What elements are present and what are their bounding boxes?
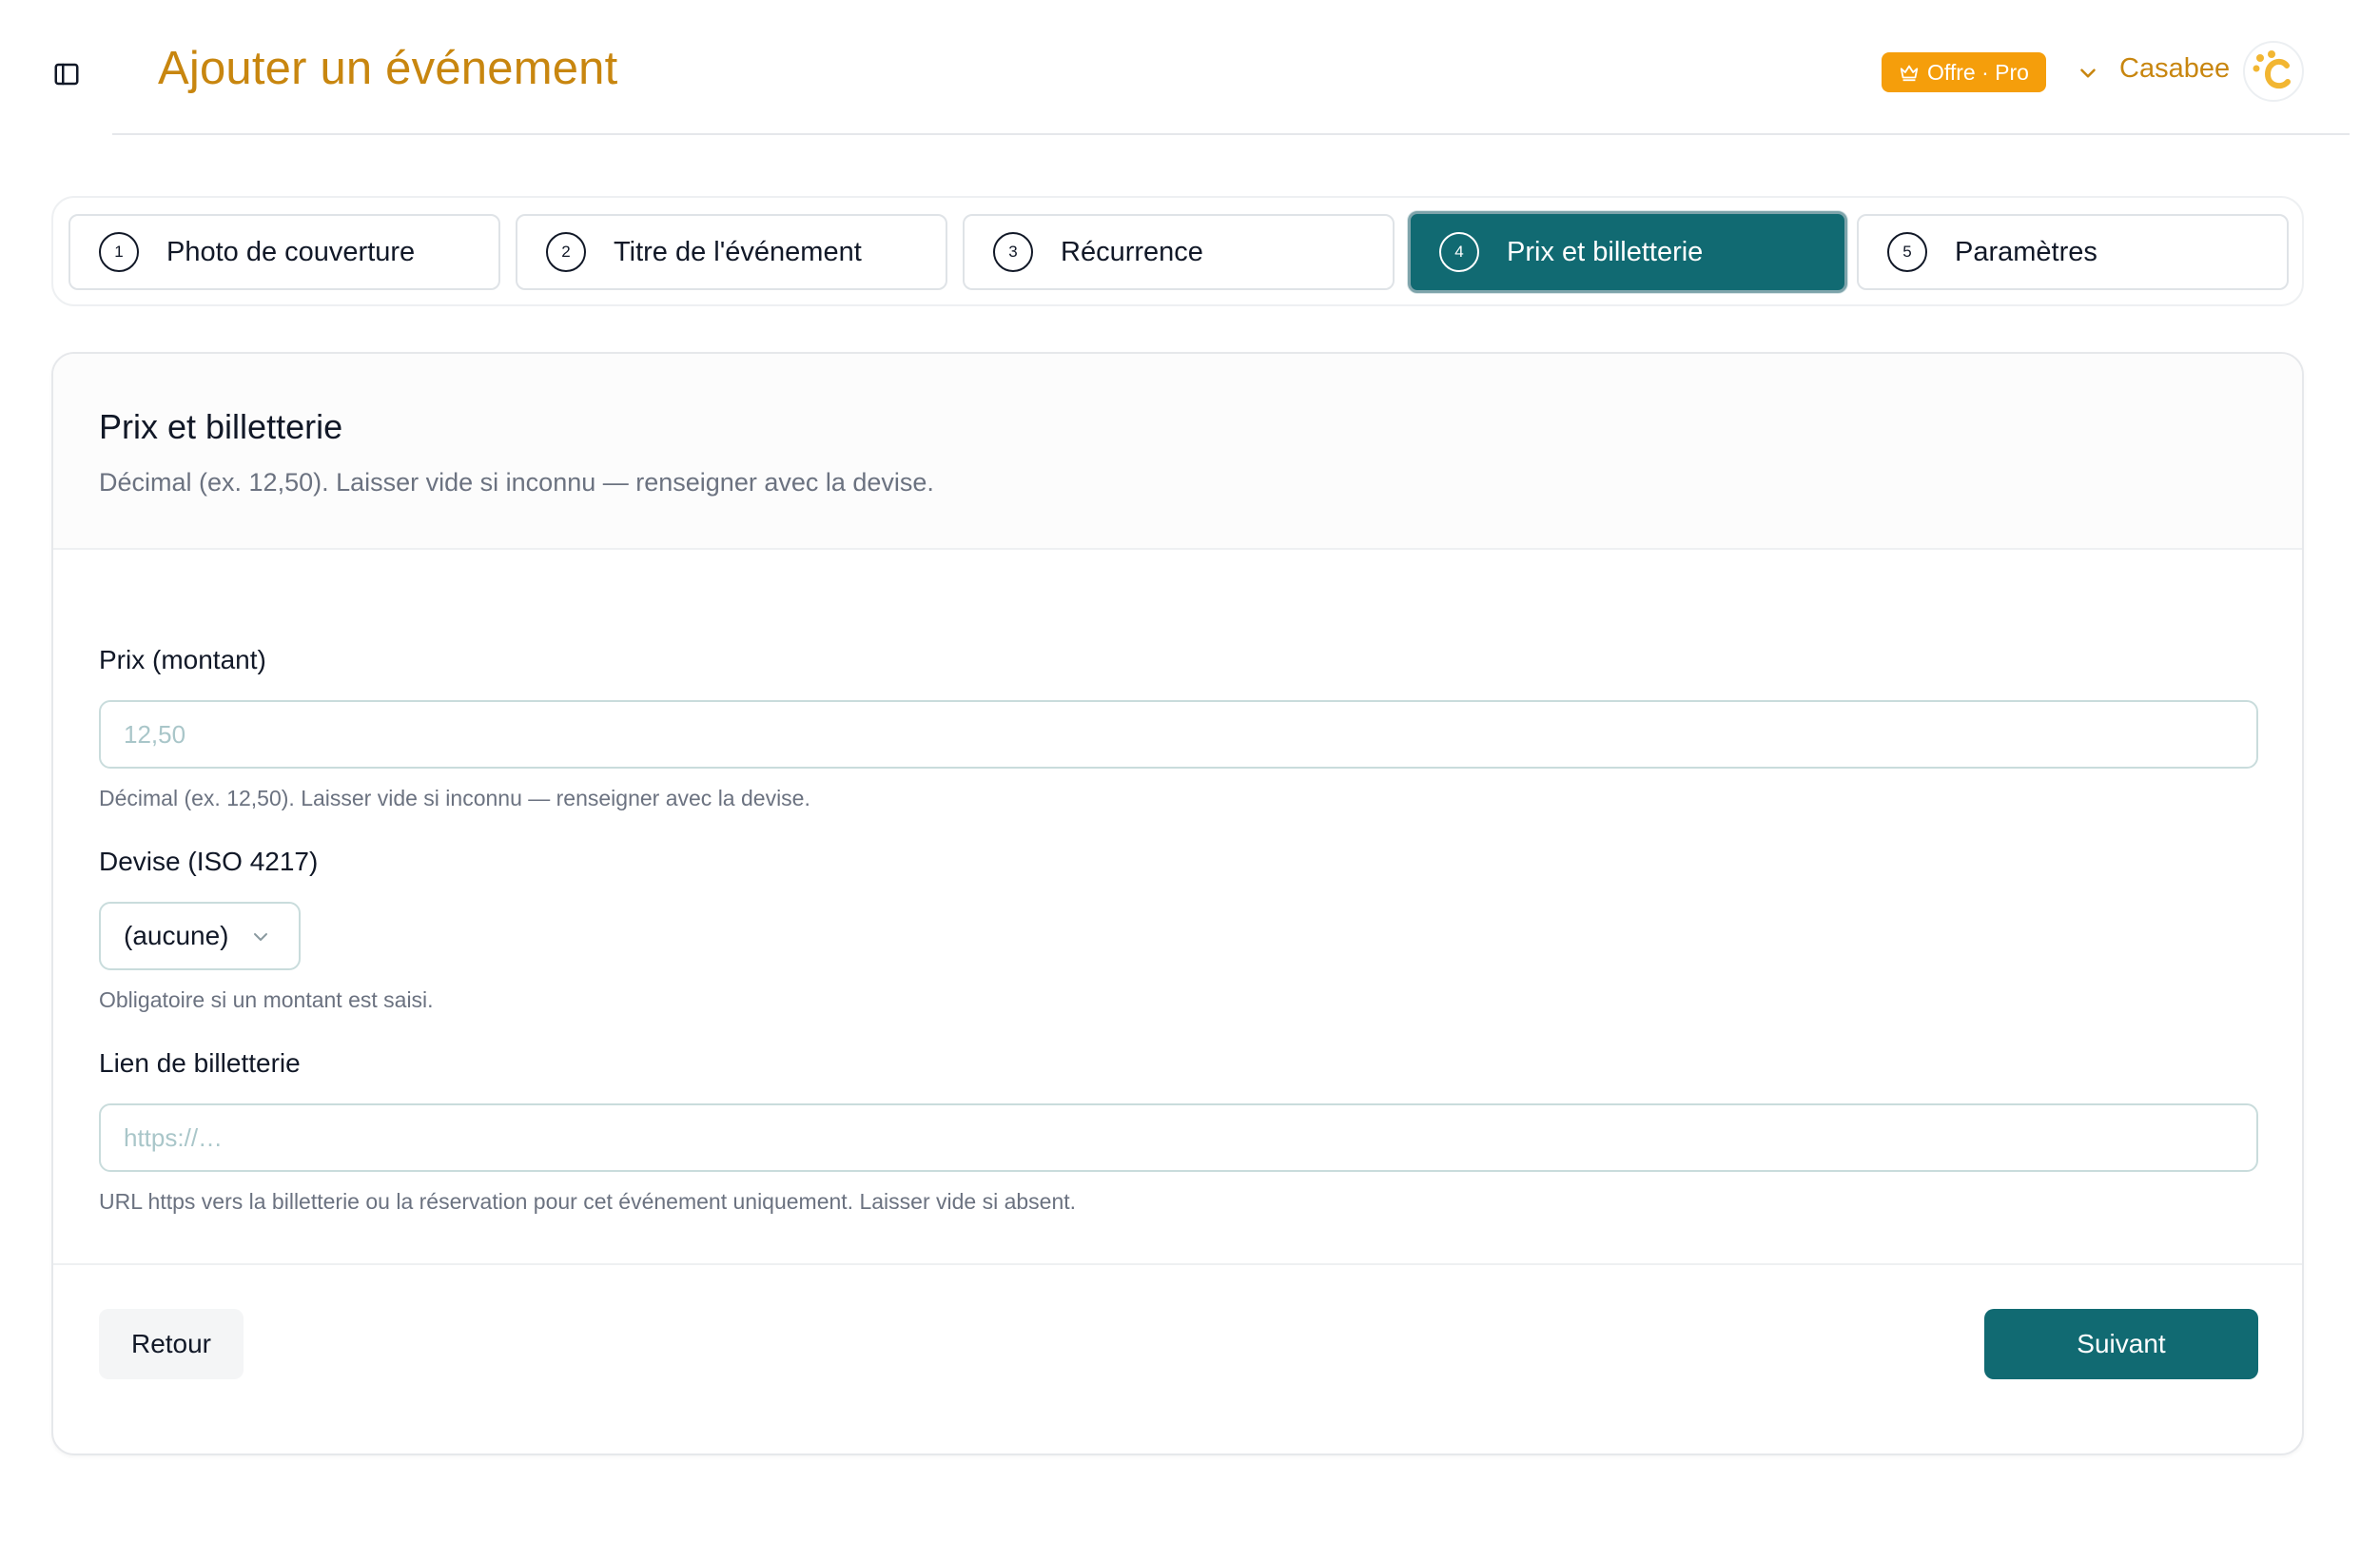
step-prix-et-billetterie[interactable]: 4 Prix et billetterie [1408, 211, 1847, 293]
plan-badge-label: Offre · Pro [1927, 59, 2029, 85]
step-recurrence[interactable]: 3 Récurrence [963, 214, 1395, 290]
price-input[interactable] [99, 700, 2258, 769]
next-button[interactable]: Suivant [1984, 1309, 2258, 1379]
chevron-down-icon[interactable] [2076, 61, 2100, 86]
card-title: Prix et billetterie [99, 407, 343, 446]
step-label: Photo de couverture [166, 236, 416, 267]
form-card: Prix et billetterie Décimal (ex. 12,50).… [51, 352, 2304, 1455]
app-page: Ajouter un événement Offre · Pro Casabee… [0, 0, 2380, 1541]
price-label: Prix (montant) [99, 645, 266, 674]
sidebar-toggle-button[interactable] [46, 53, 88, 95]
step-label: Récurrence [1061, 236, 1203, 267]
avatar[interactable] [2243, 41, 2304, 102]
step-number: 3 [993, 232, 1033, 272]
page-title: Ajouter un événement [158, 43, 618, 94]
currency-selected-value: (aucune) [124, 921, 229, 950]
back-button[interactable]: Retour [99, 1309, 244, 1379]
step-parametres[interactable]: 5 Paramètres [1857, 214, 2289, 290]
card-description: Décimal (ex. 12,50). Laisser vide si inc… [99, 468, 934, 497]
stepper: 1 Photo de couverture 2 Titre de l'événe… [51, 196, 2304, 306]
ticket-link-input[interactable] [99, 1103, 2258, 1172]
plan-badge[interactable]: Offre · Pro [1882, 52, 2046, 92]
header-divider [112, 133, 2350, 135]
currency-label: Devise (ISO 4217) [99, 847, 319, 876]
card-header: Prix et billetterie Décimal (ex. 12,50).… [53, 354, 2302, 550]
currency-select[interactable]: (aucune) [99, 902, 301, 970]
casabee-logo-icon [2253, 50, 2291, 89]
step-label: Paramètres [1955, 236, 2097, 267]
step-photo-de-couverture[interactable]: 1 Photo de couverture [68, 214, 500, 290]
step-number: 4 [1439, 232, 1479, 272]
price-hint: Décimal (ex. 12,50). Laisser vide si inc… [99, 786, 810, 810]
crown-icon [1900, 65, 1919, 82]
chevron-down-icon [254, 933, 267, 941]
step-label: Titre de l'événement [614, 236, 862, 267]
ticket-link-label: Lien de billetterie [99, 1048, 301, 1078]
ticket-link-hint: URL https vers la billetterie ou la rése… [99, 1189, 1077, 1214]
currency-hint: Obligatoire si un montant est saisi. [99, 987, 434, 1012]
step-label: Prix et billetterie [1507, 236, 1704, 267]
account-name[interactable]: Casabee [2119, 53, 2230, 85]
sidebar-panel-icon [54, 63, 79, 86]
step-number: 2 [546, 232, 586, 272]
step-titre[interactable]: 2 Titre de l'événement [516, 214, 947, 290]
step-number: 5 [1887, 232, 1927, 272]
step-number: 1 [99, 232, 139, 272]
card-footer-divider [53, 1263, 2302, 1265]
